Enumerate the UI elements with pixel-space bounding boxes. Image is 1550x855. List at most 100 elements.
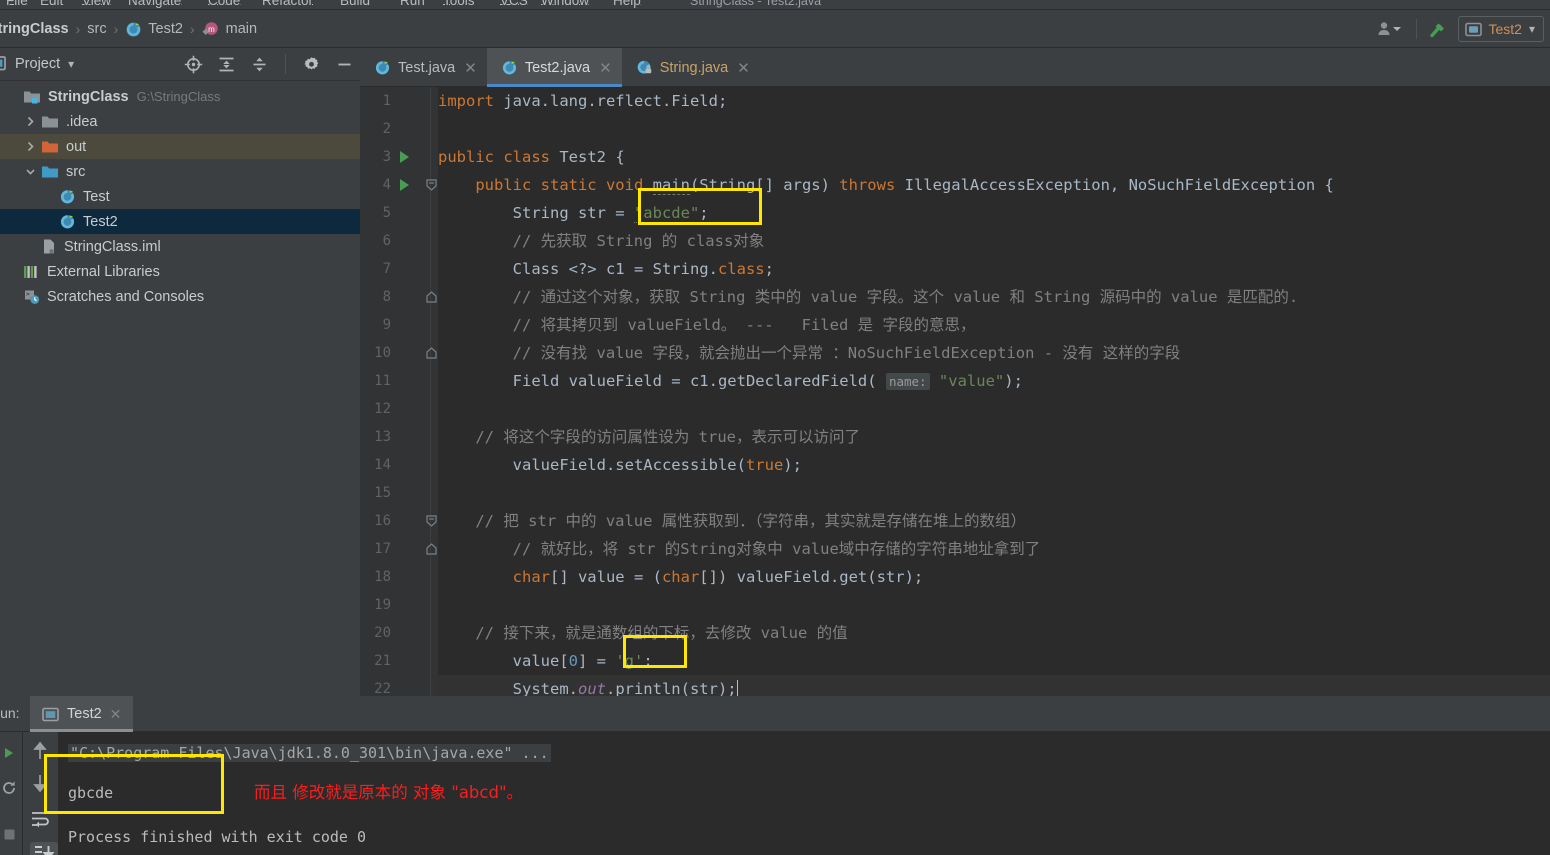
run-configuration-selector[interactable]: Test2 ▾ [1457, 16, 1544, 42]
run-tab-test2[interactable]: Test2 ✕ [30, 696, 134, 732]
code-token: Class <?> c1 = String. [438, 260, 718, 278]
close-icon[interactable]: ✕ [737, 59, 750, 77]
fold-collapse-icon[interactable] [426, 515, 437, 533]
rerun-failed-icon[interactable] [1, 780, 17, 801]
code-line[interactable]: // 通过这个对象，获取 String 类中的 value 字段。这个 valu… [438, 283, 1299, 311]
tree-node-test2[interactable]: Test2 [0, 209, 360, 234]
menu-item-window[interactable]: Window [541, 0, 589, 8]
code-line[interactable]: // 就好比，将 str 的String对象中 value域中存储的字符串地址拿… [438, 535, 1041, 563]
console-toolbar [22, 732, 58, 855]
line-number: 14 [374, 457, 391, 473]
project-tree[interactable]: StringClass G:\StringClass .idea out src Test… [0, 81, 360, 696]
menu-item-run[interactable]: Run [400, 0, 425, 8]
settings-gear-icon[interactable] [302, 55, 321, 74]
breadcrumb[interactable]: StringClass › src › Test2 › m main [0, 10, 257, 48]
tree-node-stringclass-iml[interactable]: StringClass.iml [0, 234, 360, 259]
code-editor[interactable]: 1 2 3 4 5 6 7 8 9 10 11 12 13 14 15 16 17 18 19 20 21 22 impo… [360, 87, 1550, 696]
fold-end-icon[interactable] [426, 291, 437, 309]
scroll-down-icon[interactable] [30, 772, 50, 794]
code-line[interactable]: // 将其拷贝到 valueField。 --- Filed 是 字段的意思， [438, 311, 976, 339]
chevron-down-icon[interactable]: ▾ [1529, 22, 1535, 36]
menu-item-vcs[interactable]: VCS [500, 0, 528, 8]
rerun-icon[interactable] [2, 746, 16, 765]
code-line[interactable]: public class Test2 { [438, 143, 625, 171]
tree-node-src[interactable]: src [0, 159, 360, 184]
line-number: 15 [374, 485, 391, 501]
stop-icon[interactable] [3, 828, 16, 846]
breadcrumb-item-src[interactable]: src [87, 21, 106, 37]
menu-item-tools[interactable]: Tools [443, 0, 475, 8]
code-token: // 把 str 中的 value 属性获取到．（字符串，其实就是存储在堆上的数… [438, 512, 1027, 530]
code-line[interactable]: char[] value = (char[]) valueField.get(s… [438, 563, 924, 591]
menu-item-help[interactable]: Help [613, 0, 641, 8]
menu-item-file[interactable]: File [6, 0, 28, 8]
fold-collapse-icon[interactable] [426, 179, 437, 197]
tree-node-test[interactable]: Test [0, 184, 360, 209]
chevron-down-icon[interactable]: ▾ [68, 57, 74, 71]
menu-item-code[interactable]: Code [208, 0, 240, 8]
scroll-to-end-icon[interactable] [30, 842, 58, 855]
menu-item-navigate[interactable]: Navigate [128, 0, 181, 8]
java-class-icon [125, 21, 142, 38]
editor-tabs[interactable]: Test.java ✕ Test2.java ✕ String.java ✕ [360, 48, 1550, 87]
console-text: gbcde [68, 784, 114, 802]
menu-item-edit[interactable]: Edit [40, 0, 63, 8]
tree-node-stringclass[interactable]: StringClass G:\StringClass [0, 84, 360, 109]
intellij-idea-window: StringClass - Test2.java File Edit View … [0, 0, 1550, 855]
chevron-right-icon[interactable] [24, 140, 37, 153]
line-number: 1 [382, 93, 391, 109]
code-area[interactable]: import java.lang.reflect.Field; public cl… [438, 87, 1550, 696]
menu-item-build[interactable]: Build [340, 0, 370, 8]
code-line[interactable]: import java.lang.reflect.Field; [438, 87, 727, 115]
run-gutter-icon[interactable] [400, 179, 409, 191]
code-line[interactable]: // 把 str 中的 value 属性获取到．（字符串，其实就是存储在堆上的数… [438, 507, 1026, 535]
tree-node-scratches-and-consoles[interactable]: >_ Scratches and Consoles [0, 284, 360, 309]
chevron-down-icon[interactable] [24, 165, 37, 178]
locate-target-icon[interactable] [184, 55, 203, 74]
code-line[interactable]: String str = "abcde"; [438, 199, 709, 227]
fold-end-icon[interactable] [426, 543, 437, 561]
expand-all-icon[interactable] [217, 55, 236, 74]
close-icon[interactable]: ✕ [464, 59, 477, 77]
code-line[interactable]: System.out.println(str); [438, 675, 1550, 696]
build-hammer-icon[interactable] [1427, 18, 1449, 40]
editor-tab-string-java[interactable]: String.java ✕ [622, 48, 760, 87]
close-icon[interactable]: ✕ [110, 706, 122, 723]
tree-node-out[interactable]: out [0, 134, 360, 159]
line-number: 8 [382, 289, 391, 305]
code-line[interactable]: Class <?> c1 = String.class; [438, 255, 774, 283]
collapse-all-icon[interactable] [250, 55, 269, 74]
editor-tab-label: Test.java [398, 59, 456, 76]
code-line[interactable]: public static void main(String[] args) t… [438, 171, 1334, 199]
breadcrumb-item-class[interactable]: Test2 [148, 21, 183, 37]
fold-end-icon[interactable] [426, 347, 437, 365]
editor-tab-test2-java[interactable]: Test2.java ✕ [486, 48, 622, 87]
soft-wrap-icon[interactable] [30, 810, 52, 828]
tree-node-label: External Libraries [47, 263, 160, 280]
menu-bar[interactable]: File Edit View Navigate Code Refactor Bu… [0, 0, 1550, 9]
code-token: []) valueField.get(str); [699, 568, 924, 586]
tree-node-idea[interactable]: .idea [0, 109, 360, 134]
user-account-icon[interactable] [1376, 20, 1406, 38]
menu-item-refactor[interactable]: Refactor [262, 0, 313, 8]
code-line[interactable]: // 接下来，就是通数组的下标，去修改 value 的值 [438, 619, 847, 647]
run-gutter-icon[interactable] [400, 151, 409, 163]
breadcrumb-item-method[interactable]: main [226, 21, 257, 37]
tree-node-external-libraries[interactable]: External Libraries [0, 259, 360, 284]
hide-panel-icon[interactable] [335, 55, 354, 74]
breadcrumb-item-project[interactable]: StringClass [0, 21, 69, 37]
chevron-right-icon[interactable] [24, 115, 37, 128]
console-output[interactable]: "C:\Program Files\Java\jdk1.8.0_301\bin\… [58, 732, 1550, 855]
code-line[interactable]: // 没有找 value 字段，就会抛出一个异常 ：NoSuchFieldExc… [438, 339, 1181, 367]
project-panel-title-group[interactable]: Project ▾ [0, 55, 74, 72]
menu-item-view[interactable]: View [82, 0, 111, 8]
code-line[interactable]: // 先获取 String 的 class对象 [438, 227, 765, 255]
close-icon[interactable]: ✕ [599, 59, 612, 77]
code-line[interactable]: // 将这个字段的访问属性设为 true，表示可以访问了 [438, 423, 860, 451]
code-line[interactable]: value[0] = 'g'; [438, 647, 653, 675]
code-line[interactable]: valueField.setAccessible(true); [438, 451, 802, 479]
editor-tab-test-java[interactable]: Test.java ✕ [360, 48, 487, 87]
code-line[interactable]: Field valueField = c1.getDeclaredField( … [438, 367, 1023, 395]
scroll-up-icon[interactable] [30, 740, 50, 762]
